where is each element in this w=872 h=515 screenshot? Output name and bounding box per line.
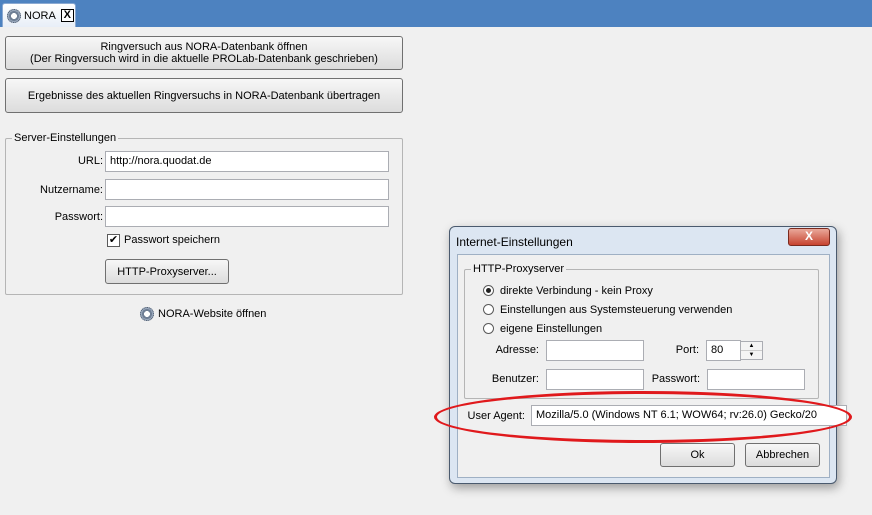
spinner-up-icon[interactable]: ▲	[741, 342, 762, 351]
save-password-label: Passwort speichern	[124, 234, 220, 246]
radio-system-settings[interactable]	[483, 304, 494, 315]
spinner-down-icon[interactable]: ▼	[741, 351, 762, 360]
transfer-results-button[interactable]: Ergebnisse des aktuellen Ringversuchs in…	[5, 78, 403, 113]
transfer-button-label: Ergebnisse des aktuellen Ringversuchs in…	[27, 89, 381, 102]
password-input[interactable]	[105, 206, 389, 227]
http-proxy-button-label: HTTP-Proxyserver...	[117, 265, 217, 278]
password-label: Passwort:	[54, 211, 103, 223]
save-password-checkbox[interactable]: ✔	[107, 234, 120, 247]
cancel-button[interactable]: Abbrechen	[745, 443, 820, 467]
proxy-user-label: Benutzer:	[491, 373, 539, 385]
http-proxy-button[interactable]: HTTP-Proxyserver...	[105, 259, 229, 284]
option-direct-label: direkte Verbindung - kein Proxy	[500, 285, 653, 297]
proxy-server-legend: HTTP-Proxyserver	[471, 263, 567, 275]
nora-website-gear-icon	[140, 307, 154, 321]
username-label: Nutzername:	[40, 184, 103, 196]
address-label: Adresse:	[495, 344, 539, 356]
ok-button-label: Ok	[690, 449, 705, 461]
option-custom-label: eigene Einstellungen	[500, 323, 603, 335]
radio-direct-connection[interactable]	[483, 285, 494, 296]
ok-button[interactable]: Ok	[660, 443, 735, 467]
dialog-title: Internet-Einstellungen	[456, 235, 573, 249]
proxy-password-input[interactable]	[707, 369, 805, 390]
proxy-user-input[interactable]	[546, 369, 644, 390]
open-ringversuch-button[interactable]: Ringversuch aus NORA-Datenbank öffnen (D…	[5, 36, 403, 70]
tab-close-icon[interactable]: X	[60, 9, 74, 22]
server-settings-legend: Server-Einstellungen	[12, 132, 119, 144]
url-label: URL:	[77, 155, 103, 167]
nora-gear-icon	[7, 8, 21, 23]
radio-custom-settings[interactable]	[483, 323, 494, 334]
dialog-close-button[interactable]: X	[788, 228, 830, 246]
nora-website-link[interactable]: NORA-Website öffnen	[140, 307, 266, 321]
nora-website-label: NORA-Website öffnen	[158, 308, 267, 320]
tab-label: NORA	[24, 9, 56, 22]
tab-strip: NORA X	[0, 0, 872, 27]
port-label: Port:	[675, 344, 699, 356]
option-system-label: Einstellungen aus Systemsteuerung verwen…	[500, 304, 733, 316]
tab-nora[interactable]: NORA X	[2, 3, 76, 27]
open-button-line1: Ringversuch aus NORA-Datenbank öffnen	[100, 41, 308, 53]
address-input[interactable]	[546, 340, 644, 361]
proxy-password-label: Passwort:	[651, 373, 700, 385]
port-spinner[interactable]: ▲ ▼	[740, 341, 763, 360]
highlight-ellipse	[434, 391, 852, 443]
username-input[interactable]	[105, 179, 389, 200]
open-button-line2: (Der Ringversuch wird in die aktuelle PR…	[30, 53, 378, 65]
cancel-button-label: Abbrechen	[755, 449, 810, 461]
url-input[interactable]: http://nora.quodat.de	[105, 151, 389, 172]
port-input[interactable]: 80	[706, 340, 741, 361]
